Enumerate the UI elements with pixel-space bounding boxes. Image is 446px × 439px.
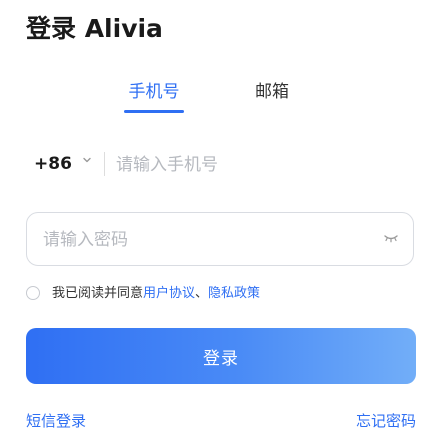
agreement-separator: 、 [195, 286, 209, 301]
page-title: 登录 Alivia [26, 14, 163, 43]
sms-login-link[interactable]: 短信登录 [26, 410, 86, 432]
active-tab-indicator [124, 110, 184, 113]
password-field [26, 212, 414, 266]
agreement-text: 我已阅读并同意用户协议、隐私政策 [52, 284, 260, 304]
password-input[interactable] [41, 223, 365, 257]
user-agreement-link[interactable]: 用户协议 [143, 286, 195, 301]
country-code-selector[interactable]: +86 [34, 152, 72, 176]
tab-phone[interactable]: 手机号 [118, 78, 190, 106]
phone-row: +86 [26, 140, 416, 188]
tab-email[interactable]: 邮箱 [242, 78, 302, 106]
agreement-row: 我已阅读并同意用户协议、隐私政策 [26, 284, 416, 306]
privacy-policy-link[interactable]: 隐私政策 [208, 286, 260, 301]
phone-input[interactable] [114, 148, 408, 182]
agreement-radio[interactable] [26, 286, 40, 300]
forgot-password-link[interactable]: 忘记密码 [346, 410, 416, 432]
login-button[interactable]: 登录 [26, 328, 416, 384]
eye-closed-icon[interactable] [383, 232, 399, 244]
login-method-tabs: 手机号 邮箱 [0, 78, 446, 118]
divider [104, 152, 105, 176]
chevron-down-icon[interactable] [82, 155, 92, 165]
agreement-prefix: 我已阅读并同意 [52, 286, 144, 301]
